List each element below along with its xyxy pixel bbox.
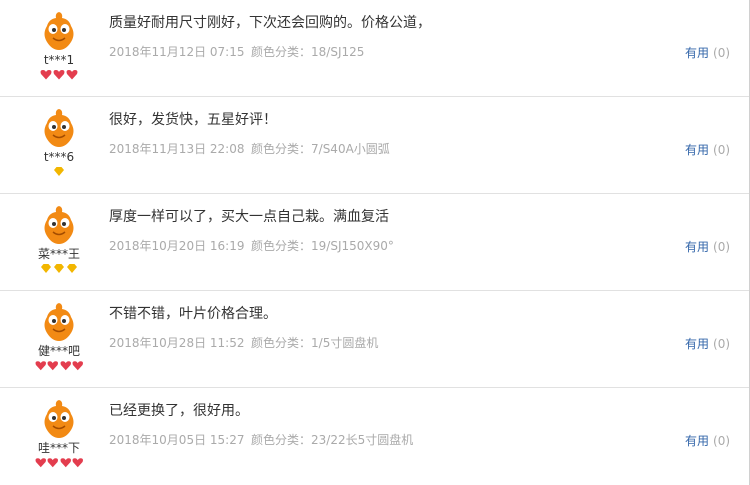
red-heart-level-icon: [35, 361, 46, 371]
red-heart-level-icon: [47, 361, 58, 371]
spec-label: 颜色分类：: [251, 433, 312, 447]
spec-label: 颜色分类：: [251, 45, 312, 59]
red-heart-level-icon: [60, 361, 71, 371]
red-heart-level-icon: [35, 458, 46, 468]
reviewer-nickname: 菜***王: [37, 247, 80, 261]
avatar-mascot-icon: [44, 12, 74, 50]
useful-count: (0): [713, 337, 731, 351]
product-spec: 颜色分类：18/SJ125: [251, 43, 364, 60]
reviewer-nickname: t***6: [43, 150, 75, 164]
review-item: t***6 很好，发货快，五星好评！ 2018年11月13日 22:08 颜色分…: [0, 97, 750, 194]
spec-value: 7/S40A小圆弧: [311, 142, 390, 156]
review-item: 健***吧 不错不错，叶片价格合理。 2018年10月28日 11:52 颜色分…: [0, 291, 750, 388]
user-level-badges: [34, 457, 84, 468]
spec-value: 1/5寸圆盘机: [311, 336, 379, 350]
useful-count: (0): [713, 434, 731, 448]
useful-button[interactable]: 有用 (0): [685, 238, 730, 255]
yellow-diamond-level-icon: [54, 264, 64, 273]
user-level-badges: [34, 166, 84, 177]
avatar-mascot-icon: [44, 400, 74, 438]
review-date: 2018年10月05日 15:27: [109, 433, 245, 447]
review-item: 菜***王 厚度一样可以了，买大一点自己栽。满血复活 2018年10月20日 1…: [0, 194, 750, 291]
yellow-diamond-level-icon: [67, 264, 77, 273]
product-spec: 颜色分类：23/22长5寸圆盘机: [251, 431, 413, 448]
red-heart-level-icon: [66, 70, 78, 80]
review-date: 2018年10月28日 11:52: [109, 336, 245, 350]
useful-button[interactable]: 有用 (0): [685, 141, 730, 158]
reviewer-nickname: t***1: [43, 53, 75, 67]
review-text: 厚度一样可以了，买大一点自己栽。满血复活: [109, 209, 389, 225]
useful-label[interactable]: 有用: [685, 337, 709, 351]
review-item: 哇***下 已经更换了，很好用。 2018年10月05日 15:27 颜色分类：…: [0, 388, 750, 485]
red-heart-level-icon: [47, 458, 58, 468]
review-item: t***1 质量好耐用尺寸刚好，下次还会回购的。价格公道， 2018年11月12…: [0, 0, 750, 97]
useful-button[interactable]: 有用 (0): [685, 432, 730, 449]
red-heart-level-icon: [60, 458, 71, 468]
reviewer-info: t***6: [34, 107, 84, 177]
review-date: 2018年10月20日 16:19: [109, 239, 245, 253]
user-level-badges: [34, 263, 84, 274]
review-list: t***1 质量好耐用尺寸刚好，下次还会回购的。价格公道， 2018年11月12…: [0, 0, 750, 485]
review-text: 质量好耐用尺寸刚好，下次还会回购的。价格公道，: [109, 15, 431, 31]
avatar-mascot-icon: [44, 303, 74, 341]
spec-label: 颜色分类：: [251, 336, 312, 350]
avatar-mascot-icon: [44, 109, 74, 147]
useful-label[interactable]: 有用: [685, 46, 709, 60]
red-heart-level-icon: [53, 70, 65, 80]
useful-count: (0): [713, 143, 731, 157]
review-date: 2018年11月13日 22:08: [109, 142, 245, 156]
useful-label[interactable]: 有用: [685, 143, 709, 157]
yellow-diamond-level-icon: [41, 264, 51, 273]
useful-label[interactable]: 有用: [685, 434, 709, 448]
product-spec: 颜色分类：19/SJ150X90°: [251, 237, 394, 254]
reviewer-info: 哇***下: [34, 398, 84, 468]
product-spec: 颜色分类：1/5寸圆盘机: [251, 334, 378, 351]
review-date: 2018年11月12日 07:15: [109, 45, 245, 59]
reviewer-nickname: 健***吧: [37, 344, 80, 358]
useful-count: (0): [713, 240, 731, 254]
spec-label: 颜色分类：: [251, 239, 312, 253]
avatar-mascot-icon: [44, 206, 74, 244]
yellow-diamond-level-icon: [54, 167, 64, 176]
spec-label: 颜色分类：: [251, 142, 312, 156]
reviewer-nickname: 哇***下: [37, 441, 80, 455]
red-heart-level-icon: [72, 458, 83, 468]
red-heart-level-icon: [40, 70, 52, 80]
review-text: 很好，发货快，五星好评！: [109, 112, 277, 128]
useful-button[interactable]: 有用 (0): [685, 335, 730, 352]
review-text: 已经更换了，很好用。: [109, 403, 249, 419]
review-text: 不错不错，叶片价格合理。: [109, 306, 277, 322]
red-heart-level-icon: [72, 361, 83, 371]
spec-value: 19/SJ150X90°: [311, 239, 394, 253]
reviewer-info: t***1: [34, 10, 84, 80]
spec-value: 18/SJ125: [311, 45, 365, 59]
reviewer-info: 菜***王: [34, 204, 84, 274]
user-level-badges: [34, 360, 84, 371]
useful-count: (0): [713, 46, 731, 60]
spec-value: 23/22长5寸圆盘机: [311, 433, 414, 447]
product-spec: 颜色分类：7/S40A小圆弧: [251, 140, 390, 157]
useful-label[interactable]: 有用: [685, 240, 709, 254]
reviewer-info: 健***吧: [34, 301, 84, 371]
user-level-badges: [34, 69, 84, 80]
useful-button[interactable]: 有用 (0): [685, 44, 730, 61]
